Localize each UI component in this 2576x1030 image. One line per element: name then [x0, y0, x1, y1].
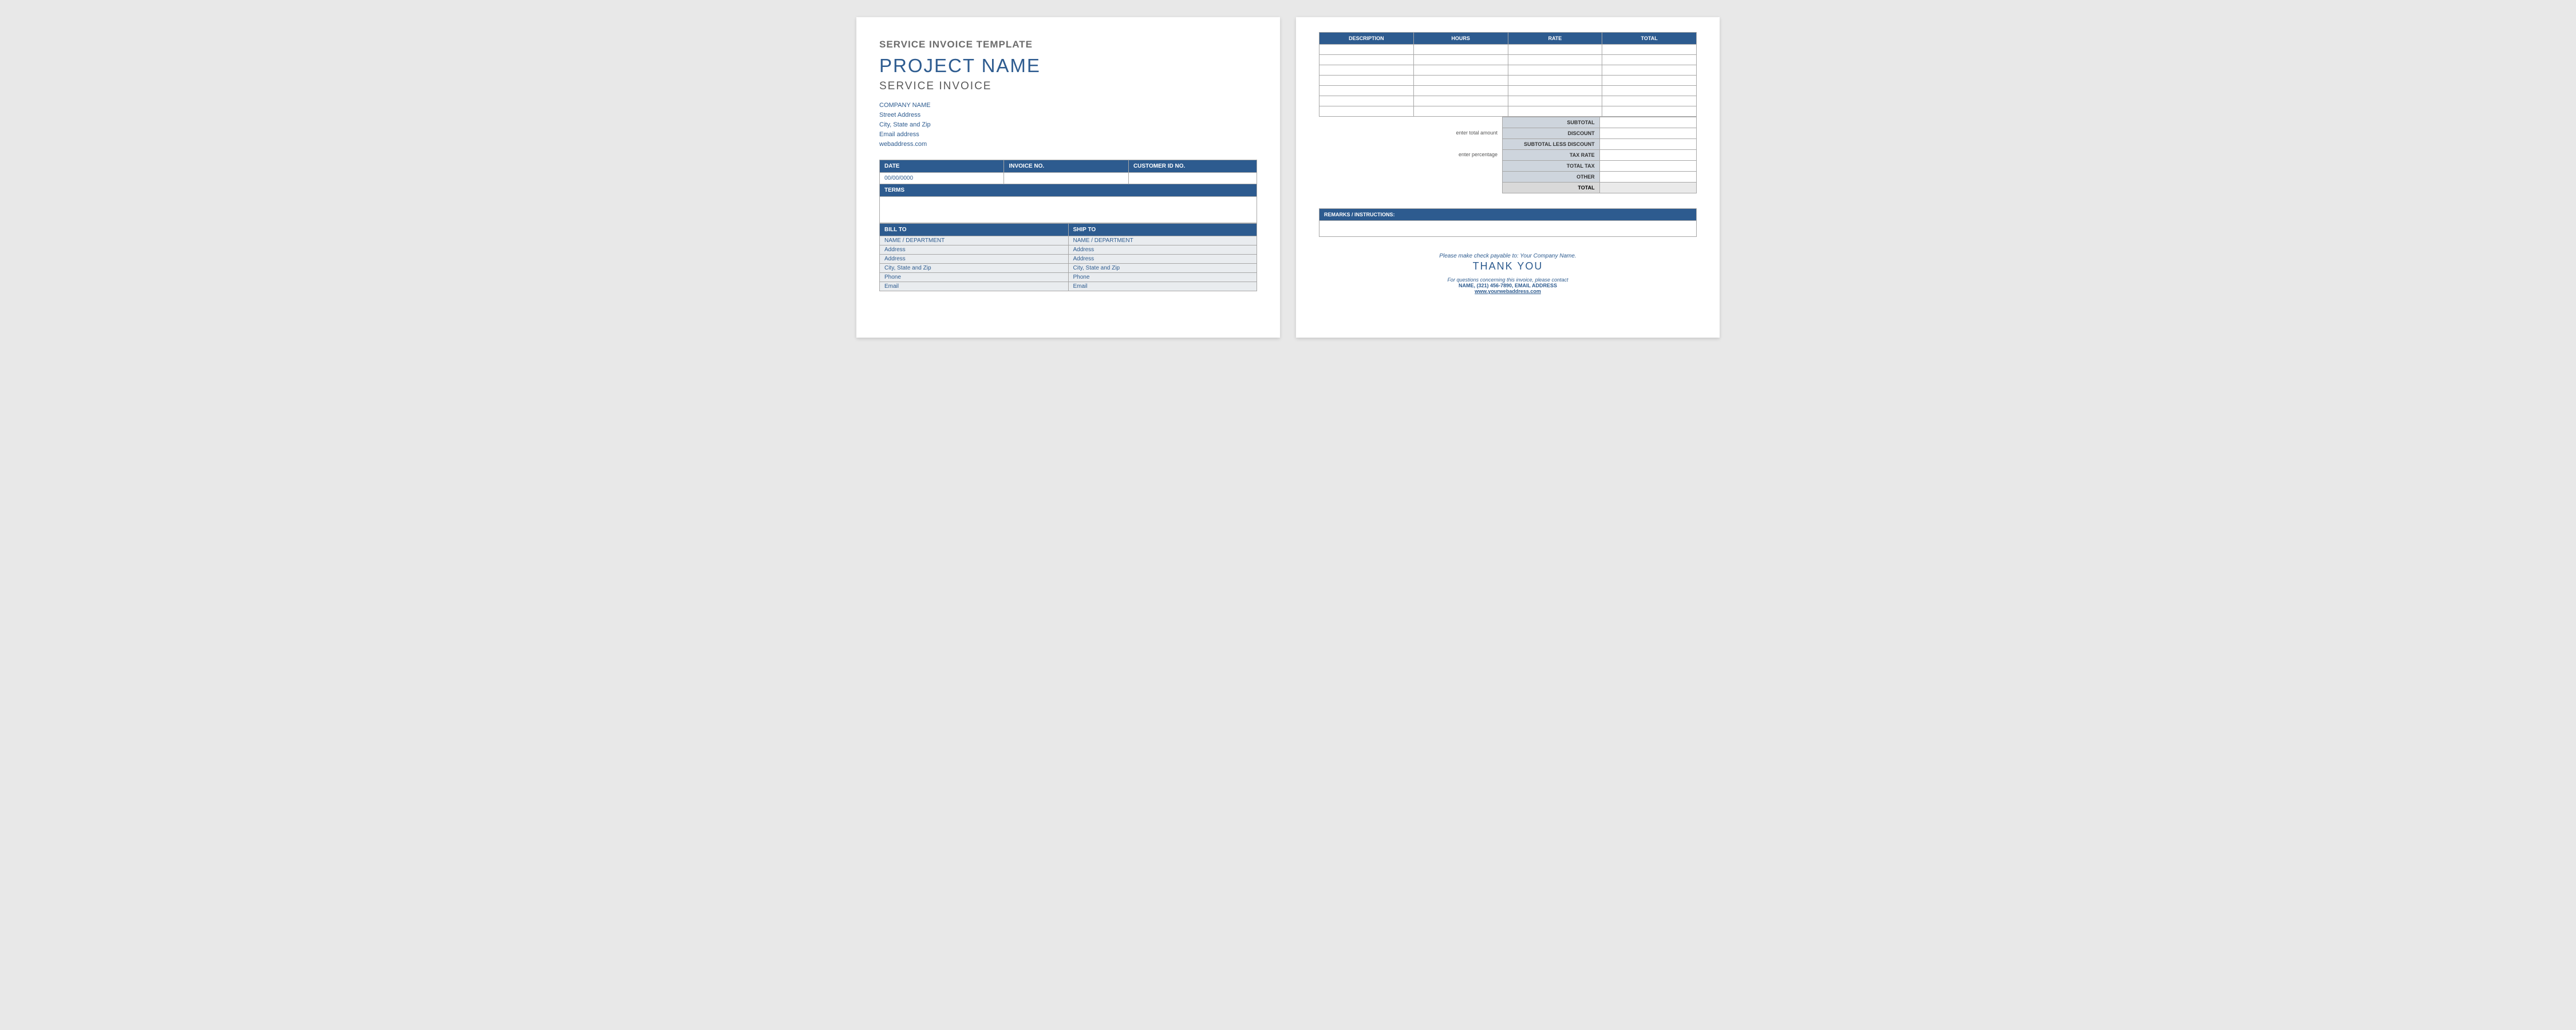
bill-to-city[interactable]: City, State and Zip	[880, 264, 1069, 273]
header-customer-id: CUSTOMER ID NO.	[1128, 160, 1257, 173]
value-sub-less-discount[interactable]	[1599, 139, 1696, 150]
ship-to-city[interactable]: City, State and Zip	[1068, 264, 1257, 273]
label-tax-rate: TAX RATE	[1503, 150, 1600, 161]
customer-id-value[interactable]	[1128, 173, 1257, 184]
footer-contact: NAME, (321) 456-7890, EMAIL ADDRESS	[1319, 283, 1697, 288]
invoice-no-value[interactable]	[1004, 173, 1128, 184]
label-other: OTHER	[1503, 172, 1600, 183]
item-row[interactable]	[1319, 55, 1697, 65]
label-subtotal: SUBTOTAL	[1503, 117, 1600, 128]
summary-section: enter total amount enter percentage SUBT…	[1319, 117, 1697, 193]
value-discount[interactable]	[1599, 128, 1696, 139]
label-total-tax: TOTAL TAX	[1503, 161, 1600, 172]
terms-body[interactable]	[880, 197, 1257, 223]
ship-to-address1[interactable]: Address	[1068, 245, 1257, 255]
footer-thankyou: THANK YOU	[1319, 260, 1697, 272]
ship-to-email[interactable]: Email	[1068, 282, 1257, 291]
bill-to-email[interactable]: Email	[880, 282, 1069, 291]
footer-payable: Please make check payable to: Your Compa…	[1319, 253, 1697, 259]
ship-to-address2[interactable]: Address	[1068, 255, 1257, 264]
value-other[interactable]	[1599, 172, 1696, 183]
invoice-footer: Please make check payable to: Your Compa…	[1319, 253, 1697, 294]
footer-web: www.yourwebaddress.com	[1319, 288, 1697, 294]
label-sub-less-discount: SUBTOTAL LESS DISCOUNT	[1503, 139, 1600, 150]
value-tax-rate[interactable]	[1599, 150, 1696, 161]
company-web: webaddress.com	[879, 140, 1257, 149]
header-total: TOTAL	[1602, 33, 1697, 45]
info-table: DATE INVOICE NO. CUSTOMER ID NO. 00/00/0…	[879, 160, 1257, 223]
item-row[interactable]	[1319, 106, 1697, 117]
hint-enter-total: enter total amount	[1319, 128, 1498, 138]
hint-enter-percentage: enter percentage	[1319, 149, 1498, 160]
value-subtotal[interactable]	[1599, 117, 1696, 128]
header-date: DATE	[880, 160, 1004, 173]
header-rate: RATE	[1508, 33, 1602, 45]
label-discount: DISCOUNT	[1503, 128, 1600, 139]
project-name: PROJECT NAME	[879, 55, 1257, 77]
template-title: SERVICE INVOICE TEMPLATE	[879, 39, 1257, 50]
item-row[interactable]	[1319, 45, 1697, 55]
item-row[interactable]	[1319, 86, 1697, 96]
hint-column: enter total amount enter percentage	[1319, 117, 1502, 193]
bill-to-address2[interactable]: Address	[880, 255, 1069, 264]
bill-to-address1[interactable]: Address	[880, 245, 1069, 255]
items-table: DESCRIPTION HOURS RATE TOTAL	[1319, 32, 1697, 117]
label-total: TOTAL	[1503, 183, 1600, 193]
ship-to-name[interactable]: NAME / DEPARTMENT	[1068, 236, 1257, 245]
company-email: Email address	[879, 130, 1257, 140]
value-total-tax[interactable]	[1599, 161, 1696, 172]
summary-table: SUBTOTAL DISCOUNT SUBTOTAL LESS DISCOUNT…	[1502, 117, 1697, 193]
item-row[interactable]	[1319, 65, 1697, 76]
ship-to-phone[interactable]: Phone	[1068, 273, 1257, 282]
party-table: BILL TO SHIP TO NAME / DEPARTMENT NAME /…	[879, 223, 1257, 291]
header-hours: HOURS	[1413, 33, 1508, 45]
invoice-page-2: DESCRIPTION HOURS RATE TOTAL enter total…	[1296, 17, 1720, 338]
bill-to-name[interactable]: NAME / DEPARTMENT	[880, 236, 1069, 245]
bill-to-phone[interactable]: Phone	[880, 273, 1069, 282]
item-row[interactable]	[1319, 96, 1697, 106]
header-terms: TERMS	[880, 184, 1257, 197]
item-row[interactable]	[1319, 76, 1697, 86]
footer-questions: For questions concerning this invoice, p…	[1319, 277, 1697, 283]
date-value[interactable]: 00/00/0000	[880, 173, 1004, 184]
company-name: COMPANY NAME	[879, 101, 1257, 110]
header-bill-to: BILL TO	[880, 224, 1069, 236]
service-invoice-heading: SERVICE INVOICE	[879, 80, 1257, 93]
company-city-state-zip: City, State and Zip	[879, 120, 1257, 130]
invoice-page-1: SERVICE INVOICE TEMPLATE PROJECT NAME SE…	[856, 17, 1280, 338]
header-invoice-no: INVOICE NO.	[1004, 160, 1128, 173]
header-ship-to: SHIP TO	[1068, 224, 1257, 236]
remarks-body[interactable]	[1319, 221, 1697, 237]
value-total[interactable]	[1599, 183, 1696, 193]
header-remarks: REMARKS / INSTRUCTIONS:	[1319, 208, 1697, 221]
company-block: COMPANY NAME Street Address City, State …	[879, 101, 1257, 149]
header-description: DESCRIPTION	[1319, 33, 1414, 45]
company-street: Street Address	[879, 110, 1257, 120]
